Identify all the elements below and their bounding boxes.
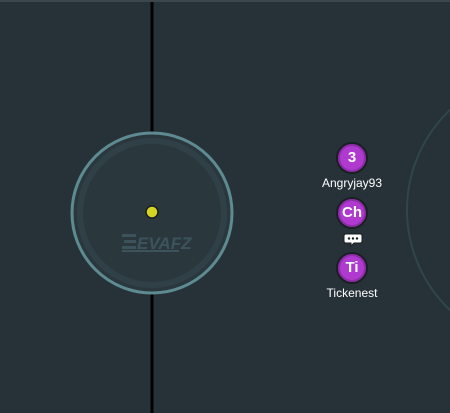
player-tickenest[interactable]: Ti Tickenest [297,252,407,300]
ball [145,205,159,219]
player-token: 3 [336,142,368,174]
player-token: Ch [336,197,368,229]
player-name: Angryjay93 [321,176,383,190]
player-angryjay93[interactable]: 3 Angryjay93 [297,142,407,190]
player-name: Tickenest [326,286,378,300]
player-token: Ti [336,252,368,284]
right-goal-arc [406,108,450,312]
game-field[interactable]: EVAFZ 3 Angryjay93 Ch cl s Ti Tickenest [0,0,450,413]
chat-bubble-icon [343,233,363,247]
